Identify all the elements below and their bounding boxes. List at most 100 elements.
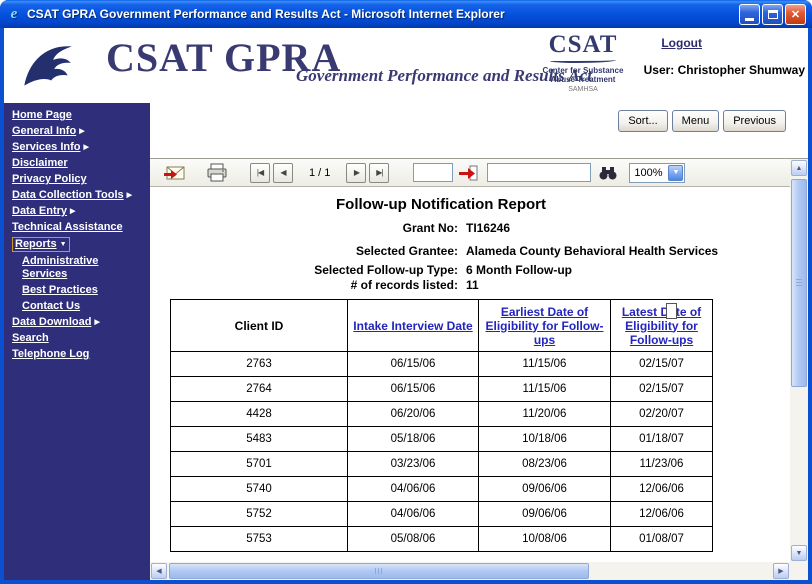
sidebar-item-technical-assistance[interactable]: Technical Assistance <box>4 220 150 235</box>
previous-button[interactable]: Previous <box>723 110 786 132</box>
cell-latest-date: 01/08/07 <box>611 527 713 552</box>
table-row: 5483 05/18/06 10/18/06 01/18/07 <box>171 427 713 452</box>
field-label: Grant No: <box>150 221 458 236</box>
first-page-button[interactable]: |◀ <box>250 163 270 183</box>
sidebar-nav: Home Page General Info▶ Services Info▶ D… <box>4 103 150 580</box>
sidebar-item-label: Telephone Log <box>12 348 89 360</box>
sidebar-item-search[interactable]: Search <box>4 331 150 346</box>
sidebar-item-administrative-services[interactable]: Administrative Services <box>4 254 150 282</box>
search-button[interactable] <box>595 161 621 185</box>
sidebar-item-disclaimer[interactable]: Disclaimer <box>4 156 150 171</box>
submenu-arrow-icon: ▶ <box>79 128 84 135</box>
table-row: 5740 04/06/06 09/06/06 12/06/06 <box>171 477 713 502</box>
cell-client-id: 5752 <box>171 502 348 527</box>
scroll-down-button[interactable]: ▼ <box>791 545 807 561</box>
zoom-dropdown-icon: ▼ <box>668 165 683 181</box>
user-label: User: Christopher Shumway <box>644 63 805 77</box>
search-input[interactable] <box>487 163 591 182</box>
maximize-icon <box>768 10 778 19</box>
scrollbar-corner <box>790 562 808 580</box>
sidebar-item-best-practices[interactable]: Best Practices <box>4 283 150 298</box>
report-page: Follow-up Notification Report Grant No: … <box>150 187 790 562</box>
menu-button[interactable]: Menu <box>672 110 720 132</box>
next-page-button[interactable]: ▶ <box>346 163 366 183</box>
column-header-link[interactable]: Intake Interview Date <box>353 319 472 333</box>
table-row: 2763 06/15/06 11/15/06 02/15/07 <box>171 352 713 377</box>
sidebar-item-general-info[interactable]: General Info▶ <box>4 124 150 139</box>
close-button[interactable]: ✕ <box>785 4 806 25</box>
sidebar-item-reports[interactable]: Reports▼ <box>4 236 150 253</box>
hhs-logo <box>14 32 80 98</box>
submenu-arrow-icon: ▼ <box>60 241 67 248</box>
scroll-up-button[interactable]: ▲ <box>791 160 807 176</box>
report-fields: Grant No: TI16246 Selected Grantee: Alam… <box>150 221 790 293</box>
sidebar-item-data-entry[interactable]: Data Entry▶ <box>4 204 150 219</box>
cell-intake-date: 06/15/06 <box>348 352 479 377</box>
cell-latest-date: 11/23/06 <box>611 452 713 477</box>
submenu-arrow-icon: ▶ <box>127 192 132 199</box>
scroll-left-button[interactable]: ◀ <box>151 563 167 579</box>
field-label: # of records listed: <box>150 278 458 293</box>
binoculars-icon <box>598 166 618 180</box>
column-header-link[interactable]: Earliest Date of Eligibility for Follow-… <box>486 305 604 347</box>
cell-latest-date: 12/06/06 <box>611 477 713 502</box>
csat-logo-name: CSAT <box>542 32 624 58</box>
print-button[interactable] <box>204 161 230 185</box>
csat-logo-swoosh <box>550 58 616 63</box>
horizontal-scrollbar[interactable]: ◀ ▶ <box>150 562 790 580</box>
zoom-select[interactable]: 100% ▼ <box>629 163 685 183</box>
cursor-artifact <box>666 303 677 319</box>
sidebar-item-home-page[interactable]: Home Page <box>4 108 150 123</box>
field-label: Selected Follow-up Type: <box>150 263 458 278</box>
last-page-button[interactable]: ▶| <box>369 163 389 183</box>
sidebar-item-label: Privacy Policy <box>12 173 87 185</box>
sidebar-item-label: Technical Assistance <box>12 221 123 233</box>
table-header-row: Client ID Intake Interview Date Earliest… <box>171 300 713 352</box>
sort-button[interactable]: Sort... <box>618 110 667 132</box>
table-row: 2764 06/15/06 11/15/06 02/15/07 <box>171 377 713 402</box>
logout-link[interactable]: Logout <box>661 36 702 50</box>
zoom-value: 100% <box>634 167 662 179</box>
export-button[interactable] <box>162 161 188 185</box>
cell-intake-date: 03/23/06 <box>348 452 479 477</box>
column-header-link[interactable]: Latest Date of Eligibility for Follow-up… <box>622 305 701 347</box>
window-title: CSAT GPRA Government Performance and Res… <box>27 7 734 21</box>
vertical-scrollbar[interactable]: ▲ ▼ <box>790 159 808 562</box>
csat-logo-line1: Center for Substance <box>542 66 624 75</box>
report-field-followup-type: Selected Follow-up Type: 6 Month Follow-… <box>150 263 790 278</box>
scroll-right-button[interactable]: ▶ <box>773 563 789 579</box>
horizontal-scroll-thumb[interactable] <box>169 563 589 579</box>
app-header: CSAT GPRA Government Performance and Res… <box>4 28 808 103</box>
vertical-scroll-thumb[interactable] <box>791 179 807 387</box>
sidebar-item-data-download[interactable]: Data Download▶ <box>4 315 150 330</box>
column-header-latest-eligibility[interactable]: Latest Date of Eligibility for Follow-up… <box>611 300 713 352</box>
sidebar-item-label: Data Entry <box>12 205 67 217</box>
csat-logo-line2: Abuse Treatment <box>542 75 624 84</box>
sidebar-item-label: Best Practices <box>22 284 98 296</box>
cell-earliest-date: 09/06/06 <box>479 502 611 527</box>
export-envelope-icon <box>163 164 187 182</box>
sidebar-item-privacy-policy[interactable]: Privacy Policy <box>4 172 150 187</box>
goto-page-button[interactable] <box>455 161 481 185</box>
sidebar-item-telephone-log[interactable]: Telephone Log <box>4 347 150 362</box>
cell-latest-date: 02/20/07 <box>611 402 713 427</box>
sidebar-item-services-info[interactable]: Services Info▶ <box>4 140 150 155</box>
minimize-icon <box>745 18 754 21</box>
sidebar-item-label: Search <box>12 332 49 344</box>
browser-window: e CSAT GPRA Government Performance and R… <box>0 0 812 584</box>
window-controls: ✕ <box>739 4 806 25</box>
title-bar[interactable]: e CSAT GPRA Government Performance and R… <box>0 0 812 28</box>
column-header-earliest-eligibility[interactable]: Earliest Date of Eligibility for Follow-… <box>479 300 611 352</box>
minimize-button[interactable] <box>739 4 760 25</box>
cell-earliest-date: 09/06/06 <box>479 477 611 502</box>
prev-page-button[interactable]: ◀ <box>273 163 293 183</box>
maximize-button[interactable] <box>762 4 783 25</box>
goto-page-input[interactable] <box>413 163 453 182</box>
field-label: Selected Grantee: <box>150 244 458 259</box>
table-row: 4428 06/20/06 11/20/06 02/20/07 <box>171 402 713 427</box>
sidebar-item-data-collection-tools[interactable]: Data Collection Tools▶ <box>4 188 150 203</box>
column-header-intake-interview-date[interactable]: Intake Interview Date <box>348 300 479 352</box>
cell-intake-date: 06/15/06 <box>348 377 479 402</box>
sidebar-item-contact-us[interactable]: Contact Us <box>4 299 150 314</box>
report-title: Follow-up Notification Report <box>150 196 732 213</box>
